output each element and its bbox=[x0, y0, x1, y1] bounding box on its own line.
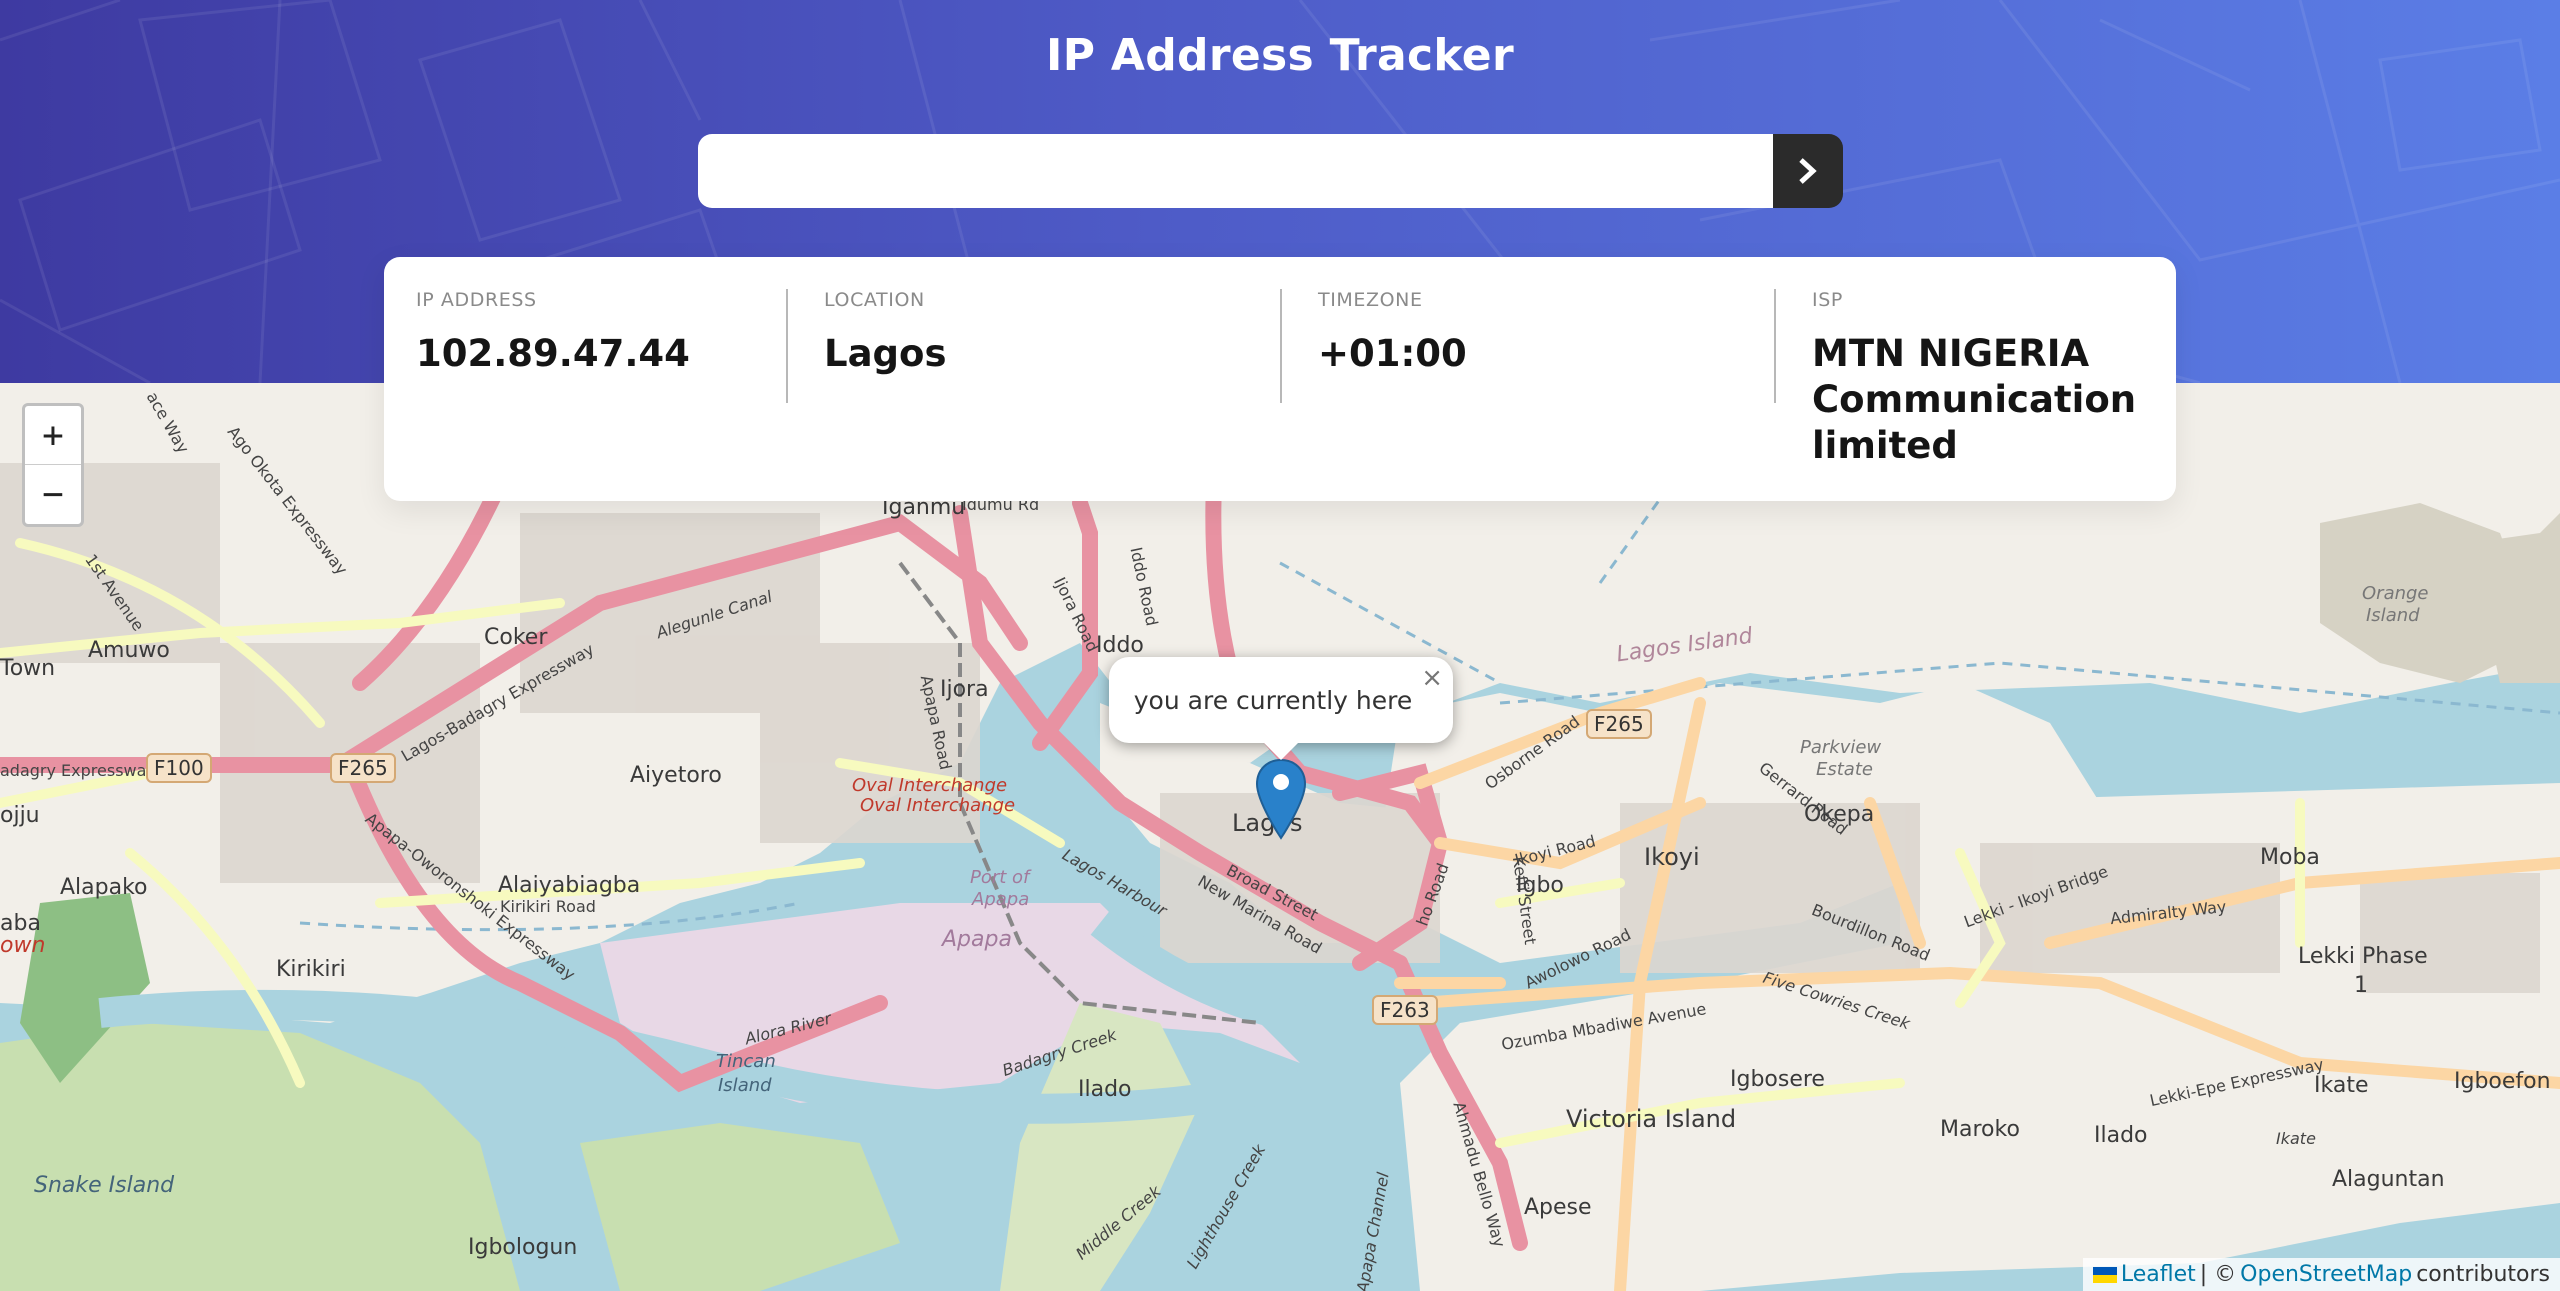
ip-search-input[interactable] bbox=[698, 134, 1773, 208]
openstreetmap-link[interactable]: OpenStreetMap bbox=[2240, 1262, 2412, 1287]
map-label: Ilado bbox=[2094, 1123, 2148, 1148]
isp-value: MTN NIGERIA Communication limited bbox=[1812, 332, 2137, 467]
map-label: Iddo bbox=[1096, 633, 1144, 658]
map-label: Apapa bbox=[942, 927, 1012, 952]
timezone-label: TIMEZONE bbox=[1318, 289, 1423, 311]
map-label: 1 bbox=[2354, 973, 2368, 998]
map-label: Tincan bbox=[716, 1051, 776, 1072]
map-label: Alapako bbox=[60, 875, 148, 900]
map-label: Apapa bbox=[972, 889, 1030, 910]
map-label: Ijora bbox=[940, 677, 989, 702]
map-label: Alaguntan bbox=[2332, 1167, 2445, 1192]
map-label: Coker bbox=[484, 625, 548, 650]
search-submit-button[interactable] bbox=[1773, 134, 1843, 208]
zoom-out-button[interactable]: − bbox=[25, 465, 81, 524]
map-label: Ikoyi bbox=[1644, 843, 1700, 871]
map-label: Maroko bbox=[1940, 1117, 2020, 1142]
map-label: Ikate bbox=[2314, 1073, 2369, 1098]
map-label: Victoria Island bbox=[1566, 1105, 1737, 1133]
ip-info-card: IP ADDRESS 102.89.47.44 LOCATION Lagos T… bbox=[384, 257, 2176, 501]
ip-address-value: 102.89.47.44 bbox=[416, 332, 690, 375]
isp-section: ISP MTN NIGERIA Communication limited bbox=[1774, 289, 2176, 501]
attribution-contributors: contributors bbox=[2416, 1262, 2550, 1287]
timezone-section: TIMEZONE +01:00 bbox=[1280, 289, 1774, 501]
highway-shield: F100 bbox=[146, 753, 212, 783]
map-label: Snake Island bbox=[34, 1173, 175, 1198]
attribution-separator: | © bbox=[2199, 1262, 2237, 1287]
search-bar bbox=[698, 134, 1843, 208]
location-popup: you are currently here × bbox=[1109, 657, 1453, 743]
map-label: Igboefon bbox=[2454, 1069, 2551, 1094]
leaflet-link[interactable]: Leaflet bbox=[2121, 1262, 2196, 1287]
page-title: IP Address Tracker bbox=[1046, 30, 1514, 81]
location-label: LOCATION bbox=[824, 289, 925, 311]
location-value: Lagos bbox=[824, 332, 947, 375]
map-label: Igbosere bbox=[1730, 1067, 1825, 1092]
map-label: Estate bbox=[1816, 759, 1873, 780]
highway-shield: F265 bbox=[330, 753, 396, 783]
map-label: Ilado bbox=[1078, 1077, 1132, 1102]
road-label: adagry Expressway bbox=[0, 761, 156, 780]
ukraine-flag-icon bbox=[2092, 1266, 2117, 1283]
ip-address-label: IP ADDRESS bbox=[416, 289, 537, 311]
map-label: Oval Interchange bbox=[852, 775, 1008, 796]
popup-close-button[interactable]: × bbox=[1421, 663, 1443, 693]
ip-address-section: IP ADDRESS 102.89.47.44 bbox=[384, 289, 786, 501]
map-label: Igbologun bbox=[468, 1235, 578, 1260]
map-label: Lekki Phase bbox=[2298, 944, 2428, 969]
map-label: Oval Interchange bbox=[860, 795, 1016, 816]
chevron-right-icon bbox=[1799, 158, 1817, 184]
map-label: Island bbox=[2366, 605, 2420, 626]
map-label: Port of bbox=[970, 867, 1030, 888]
popup-message: you are currently here bbox=[1133, 685, 1413, 715]
map-label: Island bbox=[718, 1075, 772, 1096]
zoom-in-button[interactable]: + bbox=[25, 406, 81, 465]
map-label: Amuwo bbox=[88, 638, 170, 663]
map-attribution: Leaflet | © OpenStreetMap contributors bbox=[2082, 1258, 2560, 1291]
popup-tip bbox=[1261, 740, 1301, 760]
map-label: Kirikiri bbox=[276, 957, 346, 982]
map-label: Alaiyabiagba bbox=[498, 873, 641, 898]
road-label: Kirikiri Road bbox=[500, 897, 596, 916]
map-label: Moba bbox=[2260, 845, 2320, 870]
isp-label: ISP bbox=[1812, 289, 1843, 311]
map-label: ojju bbox=[0, 803, 40, 828]
map-label: Town bbox=[0, 656, 56, 681]
highway-shield: F263 bbox=[1372, 995, 1438, 1025]
map-label: own bbox=[0, 933, 46, 958]
map-label: Apese bbox=[1524, 1195, 1592, 1220]
location-section: LOCATION Lagos bbox=[786, 289, 1280, 501]
map-label: Parkview bbox=[1800, 737, 1882, 758]
zoom-control: + − bbox=[22, 403, 84, 527]
map-label: Orange bbox=[2362, 583, 2429, 604]
road-label: Ikate bbox=[2276, 1129, 2316, 1148]
location-marker-icon[interactable] bbox=[1255, 758, 1307, 842]
map-label: Aiyetoro bbox=[630, 763, 722, 788]
highway-shield: F265 bbox=[1586, 709, 1652, 739]
timezone-value: +01:00 bbox=[1318, 332, 1467, 375]
